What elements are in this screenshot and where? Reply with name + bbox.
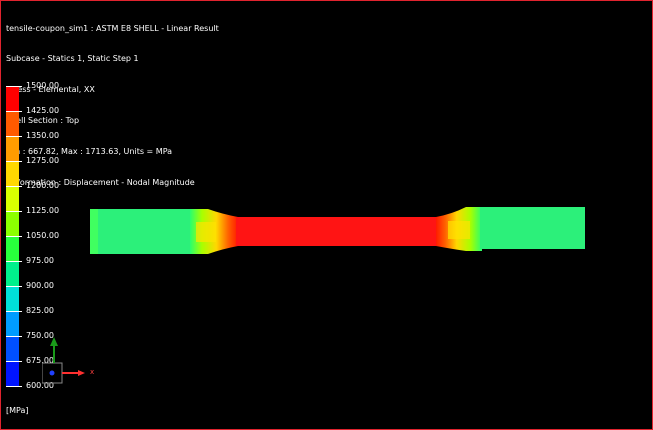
coupon-left-grip xyxy=(90,209,202,254)
coupon-left-grip-edge xyxy=(90,209,98,254)
coordinate-triad: x xyxy=(41,330,102,390)
coupon-left-fillet-core xyxy=(196,222,216,242)
coupon-right-fillet-core xyxy=(448,221,470,239)
triad-y-arrow-icon xyxy=(50,337,58,346)
triad-origin xyxy=(49,370,55,376)
coupon-right-grip xyxy=(480,207,585,249)
triad-x-arrow-icon xyxy=(78,370,85,376)
coupon-gauge-section xyxy=(236,217,438,246)
triad-x-label: x xyxy=(90,368,95,376)
